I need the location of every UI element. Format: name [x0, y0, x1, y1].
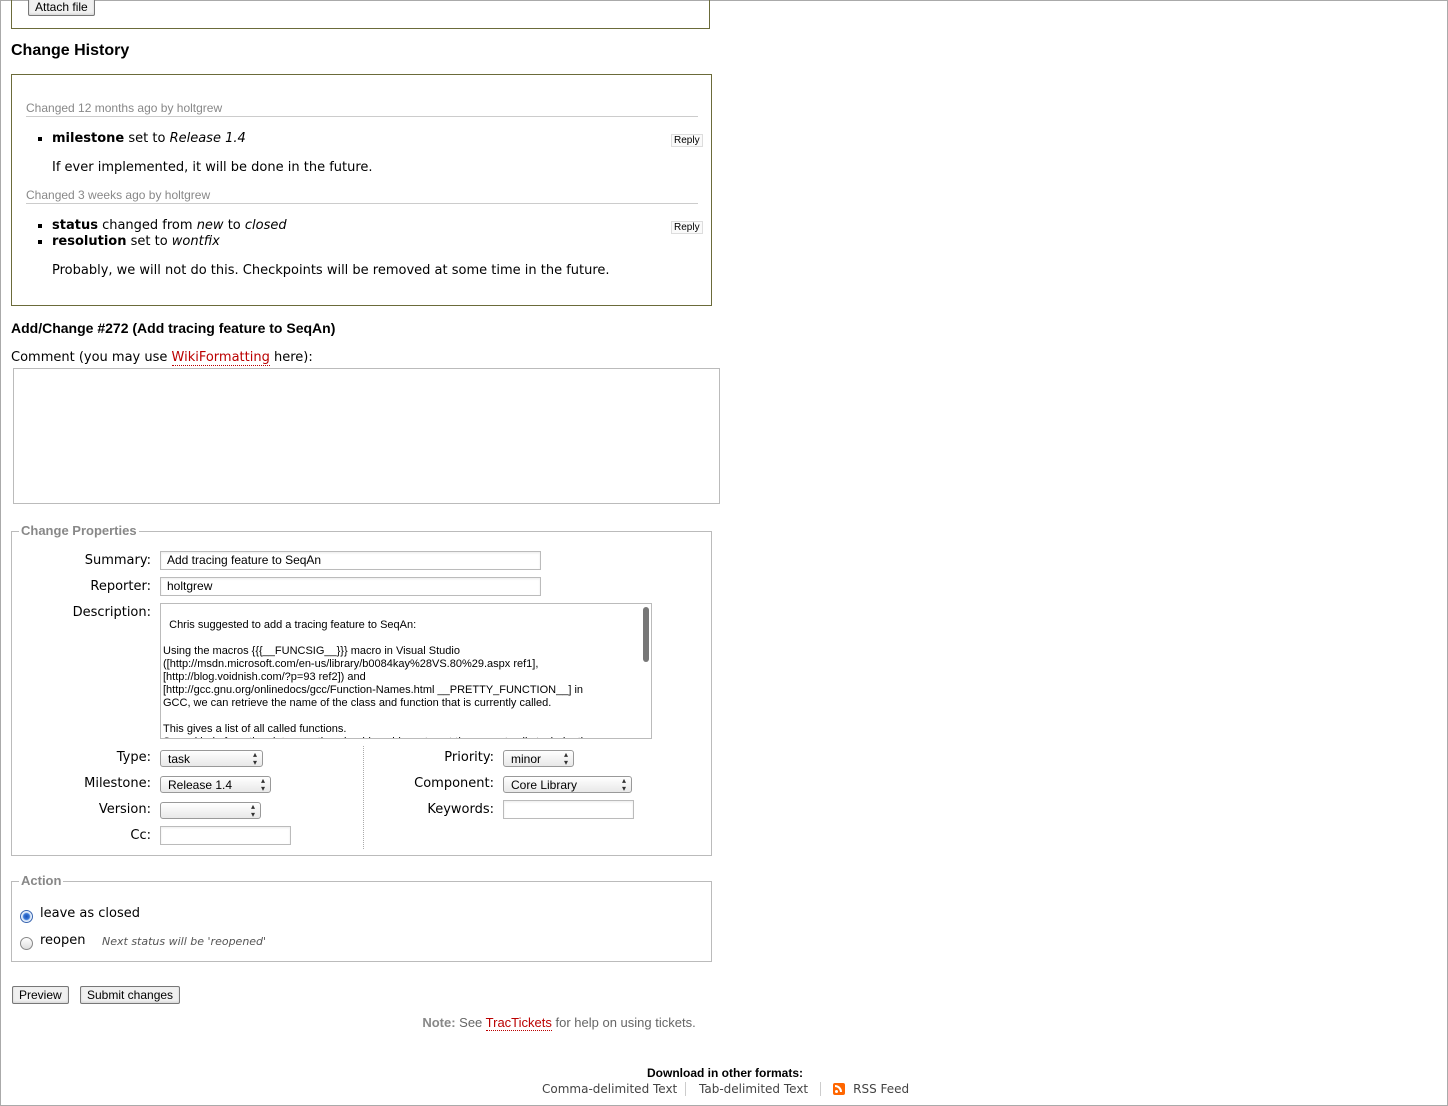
reopen-label[interactable]: reopen: [40, 933, 86, 948]
field-text: set to: [124, 131, 170, 146]
note-bold: Note:: [422, 1015, 456, 1030]
change-field-list: milestone set to Release 1.4: [26, 131, 652, 147]
action-legend: Action: [19, 873, 64, 888]
chevron-updown-icon: ▴ ▾: [621, 776, 626, 793]
change-history-box: Changed 12 months ago by holtgrew Reply …: [11, 74, 712, 306]
change-time-link[interactable]: 3 weeks ago: [78, 188, 145, 202]
field-text: changed from: [97, 218, 197, 233]
preview-button[interactable]: Preview: [12, 986, 69, 1004]
field-name: milestone: [52, 131, 125, 146]
keywords-label: Keywords:: [427, 802, 494, 817]
change-prefix: Changed: [26, 188, 79, 202]
chevron-updown-icon: ▴ ▾: [260, 776, 265, 793]
change-history-title: Change History: [11, 42, 130, 59]
properties-divider: [363, 746, 364, 849]
priority-select[interactable]: minor ▴ ▾: [503, 750, 574, 767]
component-label: Component:: [414, 776, 494, 791]
download-title: Download in other formats:: [647, 1066, 803, 1080]
comment-label-suffix: here):: [269, 350, 313, 365]
note-text: See: [455, 1015, 486, 1030]
comment-label: Comment (you may use WikiFormatting here…: [11, 350, 313, 366]
chevron-updown-icon: ▴ ▾: [250, 802, 255, 819]
reopen-hint: Next status will be 'reopened': [102, 935, 267, 948]
change-field: status changed from new to closed: [52, 218, 652, 234]
reporter-label: Reporter:: [90, 579, 151, 594]
type-label: Type:: [116, 750, 151, 765]
change-comment: Probably, we will not do this. Checkpoin…: [52, 263, 610, 278]
version-label: Version:: [98, 802, 151, 817]
add-change-title: Add/Change #272 (Add tracing feature to …: [11, 320, 336, 336]
version-select[interactable]: ▴ ▾: [160, 802, 261, 819]
change-properties-legend: Change Properties: [19, 523, 139, 538]
change-field-list: status changed from new to closed resolu…: [26, 218, 652, 250]
reply-button[interactable]: Reply: [671, 134, 703, 147]
cc-input[interactable]: [160, 826, 291, 845]
change-prefix: Changed: [26, 101, 79, 115]
separator: [820, 1082, 821, 1096]
change-author: holtgrew: [176, 101, 223, 115]
leave-as-closed-label[interactable]: leave as closed: [40, 906, 140, 921]
field-text: set to: [126, 234, 172, 249]
csv-download-link[interactable]: Comma-delimited Text: [542, 1082, 677, 1096]
change-field: resolution set to wontfix: [52, 234, 652, 250]
reply-button[interactable]: Reply: [671, 221, 703, 234]
milestone-value: Release 1.4: [168, 778, 233, 792]
milestone-select[interactable]: Release 1.4 ▴ ▾: [160, 776, 271, 793]
change-by: by: [145, 188, 165, 202]
note-text: for help on using tickets.: [551, 1015, 696, 1030]
component-value: Core Library: [511, 778, 578, 792]
attach-file-button[interactable]: Attach file: [28, 0, 95, 16]
trac-tickets-link[interactable]: TracTickets: [485, 1015, 552, 1031]
scrollbar-thumb[interactable]: [643, 607, 649, 662]
change-entry: Changed 3 weeks ago by holtgrew: [26, 188, 698, 204]
tab-download-link[interactable]: Tab-delimited Text: [699, 1082, 808, 1096]
change-author: holtgrew: [164, 188, 211, 202]
type-select[interactable]: task ▴ ▾: [160, 750, 263, 767]
type-value: task: [168, 752, 191, 766]
summary-input[interactable]: Add tracing feature to SeqAn: [160, 551, 541, 570]
summary-label: Summary:: [84, 553, 151, 568]
field-text: to: [223, 218, 245, 233]
separator: [685, 1082, 686, 1096]
field-new-value: closed: [244, 218, 287, 233]
attachments-box: Attach file: [11, 0, 710, 29]
rss-feed-link[interactable]: RSS Feed: [833, 1082, 909, 1097]
priority-label: Priority:: [444, 750, 494, 765]
component-select[interactable]: Core Library ▴ ▾: [503, 776, 632, 793]
change-by: by: [157, 101, 177, 115]
rss-icon: [833, 1083, 845, 1095]
radio-selected-icon[interactable]: [20, 910, 33, 923]
description-textarea[interactable]: Chris suggested to add a tracing feature…: [160, 603, 652, 739]
change-entry: Changed 12 months ago by holtgrew: [26, 101, 698, 117]
chevron-updown-icon: ▴ ▾: [563, 750, 568, 767]
comment-textarea[interactable]: [13, 368, 720, 504]
chevron-updown-icon: ▴ ▾: [252, 750, 257, 767]
wiki-formatting-link[interactable]: WikiFormatting: [171, 350, 270, 366]
help-note: Note: See TracTickets for help on using …: [1, 1015, 1117, 1031]
cc-label: Cc:: [130, 828, 151, 843]
field-old-value: new: [196, 218, 224, 233]
change-time-link[interactable]: 12 months ago: [78, 101, 157, 115]
description-label: Description:: [72, 605, 151, 620]
field-name: status: [52, 218, 98, 233]
priority-value: minor: [511, 752, 542, 766]
rss-feed-label: RSS Feed: [853, 1082, 910, 1096]
submit-changes-button[interactable]: Submit changes: [80, 986, 181, 1004]
description-text: Chris suggested to add a tracing feature…: [163, 619, 590, 738]
radio-empty-icon[interactable]: [20, 937, 33, 950]
comment-label-prefix: Comment (you may use: [11, 350, 172, 365]
milestone-label: Milestone:: [84, 776, 151, 791]
change-header: Changed 12 months ago by holtgrew: [26, 101, 698, 117]
keywords-input[interactable]: [503, 800, 634, 819]
action-fieldset: [11, 881, 712, 962]
field-value: wontfix: [171, 234, 220, 249]
reporter-input[interactable]: holtgrew: [160, 577, 541, 596]
change-field: milestone set to Release 1.4: [52, 131, 652, 147]
field-value: Release 1.4: [169, 131, 246, 146]
change-comment: If ever implemented, it will be done in …: [52, 160, 373, 175]
change-header: Changed 3 weeks ago by holtgrew: [26, 188, 698, 204]
field-name: resolution: [52, 234, 127, 249]
